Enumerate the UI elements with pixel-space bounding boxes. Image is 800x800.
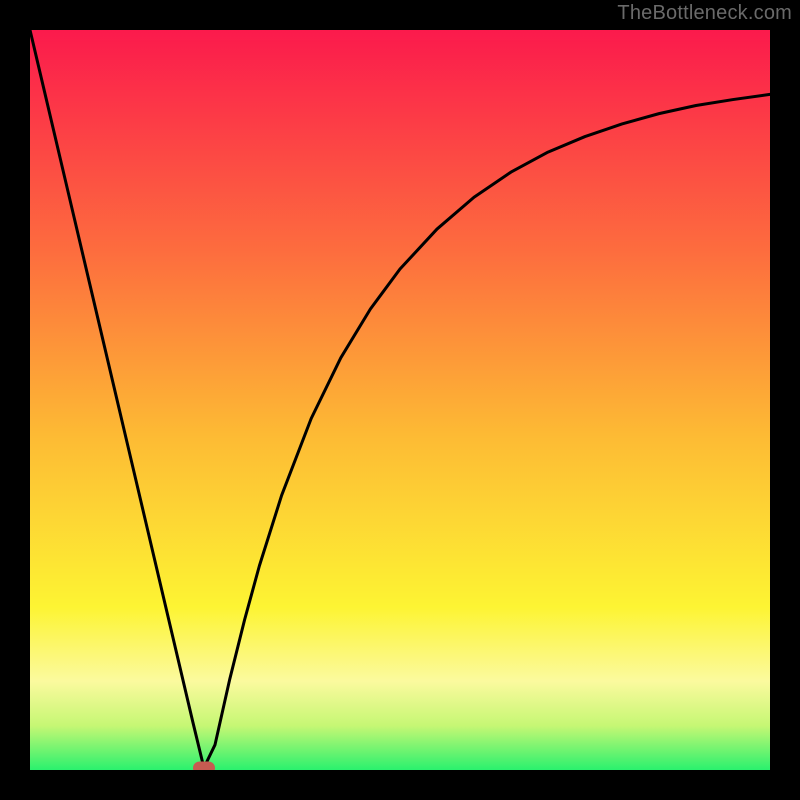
plot-area [30,30,770,770]
watermark-text: TheBottleneck.com [617,2,792,25]
chart-svg [30,30,770,770]
chart-frame: TheBottleneck.com [0,0,800,800]
gradient-background [30,30,770,770]
optimal-point-marker [193,761,215,770]
